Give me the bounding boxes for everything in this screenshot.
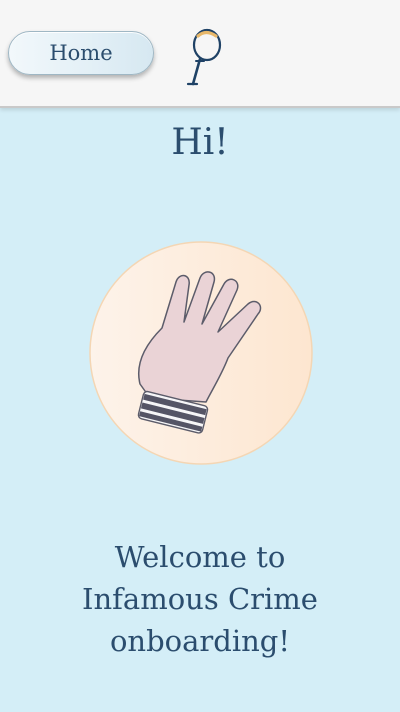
home-button-label: Home bbox=[49, 41, 113, 65]
welcome-line-2: Infamous Crime bbox=[82, 582, 318, 616]
welcome-line-3: onboarding! bbox=[109, 624, 291, 658]
waving-hand-icon bbox=[89, 241, 313, 465]
welcome-line-1: Welcome to bbox=[114, 540, 286, 574]
welcome-message: Welcome to Infamous Crime onboarding! bbox=[0, 536, 400, 662]
app-header: Home bbox=[0, 0, 400, 108]
greeting-heading: Hi! bbox=[171, 122, 229, 163]
waving-hand-illustration bbox=[88, 240, 314, 466]
magnifying-glass-logo-icon[interactable] bbox=[180, 26, 226, 92]
home-button[interactable]: Home bbox=[8, 31, 154, 75]
